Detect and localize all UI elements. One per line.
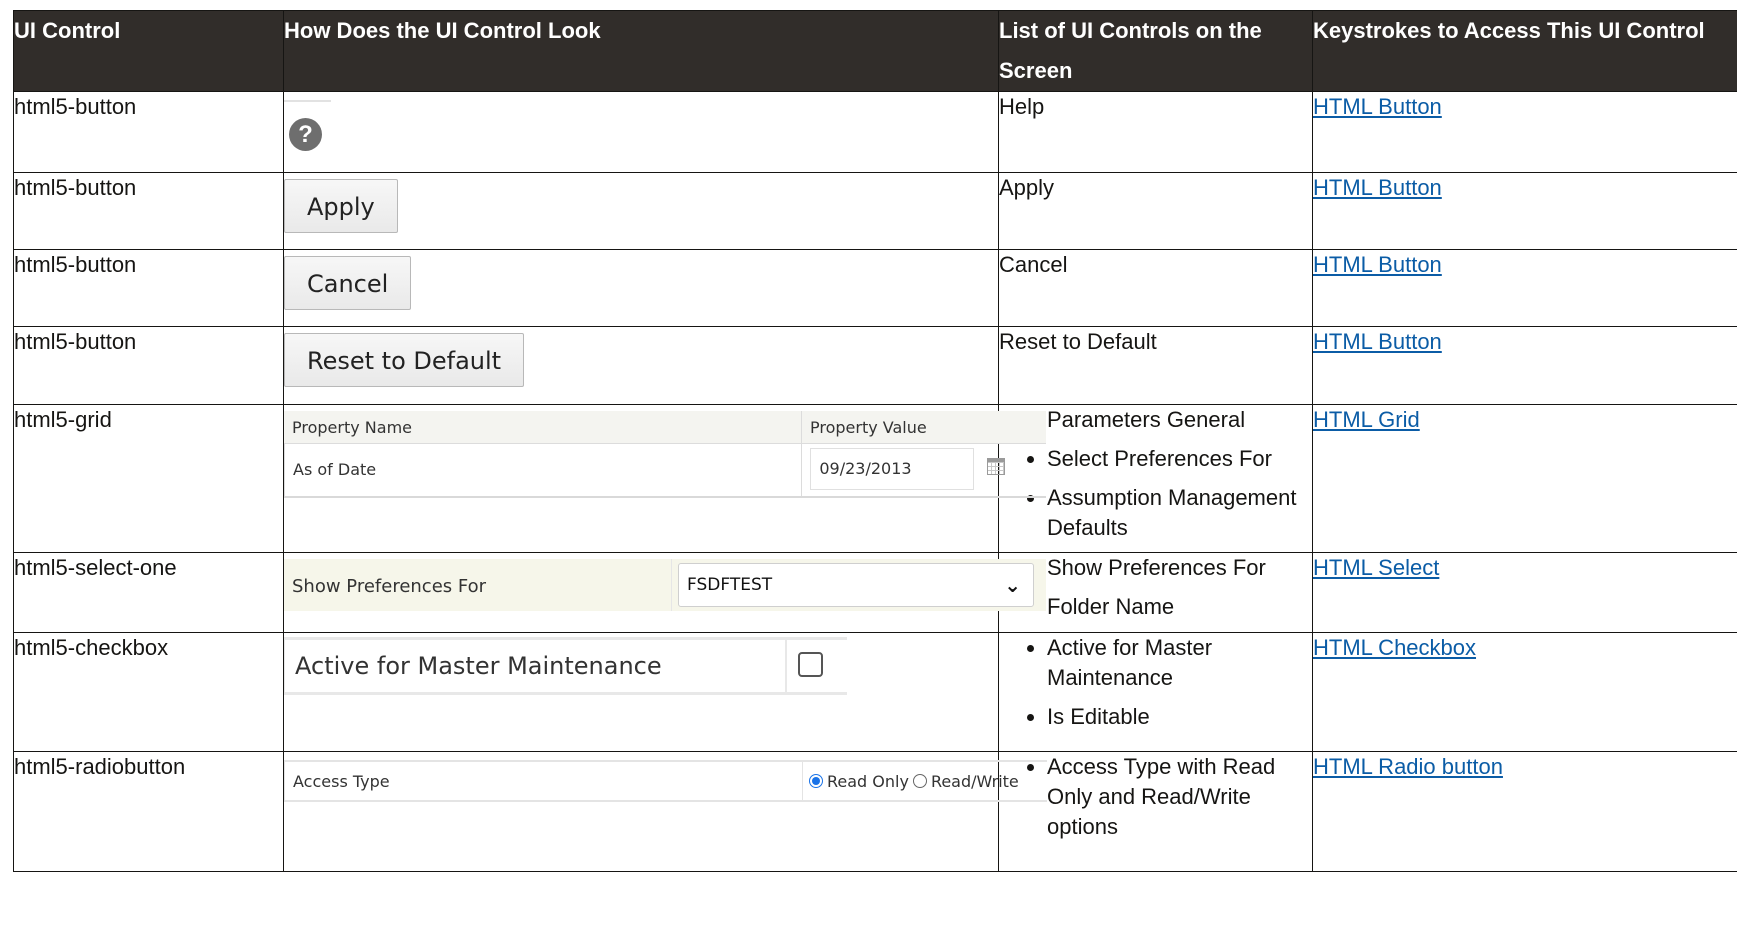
list-item: Access Type with Read Only and Read/Writ…: [1047, 752, 1312, 842]
control-type: html5-button: [13, 91, 284, 173]
header-keystrokes: Keystrokes to Access This UI Control: [1312, 10, 1737, 92]
calendar-icon[interactable]: [987, 458, 1006, 475]
checkbox-label: Active for Master Maintenance: [285, 640, 787, 692]
control-type: html5-checkbox: [13, 632, 284, 752]
radio-option-label: Read/Write: [930, 771, 1019, 791]
html-select-link[interactable]: HTML Select: [1313, 555, 1439, 580]
checkbox-row: Active for Master Maintenance: [284, 637, 847, 695]
controls-list: Apply: [998, 172, 1313, 250]
controls-list: Help: [998, 91, 1313, 173]
ui-controls-table: UI Control How Does the UI Control Look …: [13, 10, 1737, 872]
list-item: Show Preferences For: [1047, 553, 1312, 583]
html-button-link[interactable]: HTML Button: [1313, 252, 1442, 277]
html-checkbox-link[interactable]: HTML Checkbox: [1313, 635, 1476, 660]
table-row: html5-button Reset to Default Reset to D…: [13, 326, 1737, 405]
active-master-maintenance-checkbox[interactable]: [798, 652, 823, 677]
table-row: html5-select-one Show Preferences For FS…: [13, 552, 1737, 633]
control-preview: Property Name Property Value As of Date …: [283, 404, 1046, 553]
header-control-look: How Does the UI Control Look: [283, 10, 999, 92]
divider: [284, 100, 331, 102]
control-type: html5-button: [13, 249, 284, 327]
keystrokes-cell: HTML Button: [1312, 326, 1737, 405]
grid-row: As of Date 09/23/2013: [284, 444, 1046, 498]
select-row: Show Preferences For FSDFTEST ⌄: [284, 559, 1046, 611]
list-item: Parameters General: [1047, 405, 1312, 435]
control-type: html5-button: [13, 172, 284, 250]
date-input[interactable]: 09/23/2013: [810, 448, 975, 490]
reset-to-default-button[interactable]: Reset to Default: [284, 333, 525, 387]
preferences-select[interactable]: FSDFTEST ⌄: [678, 563, 1034, 607]
grid-column-property-name: Property Name: [284, 411, 802, 443]
table-row: html5-button Cancel Cancel HTML Button: [13, 249, 1737, 327]
table-row: html5-checkbox Active for Master Mainten…: [13, 632, 1737, 752]
list-item: Select Preferences For: [1047, 444, 1312, 474]
control-preview: Access Type Read Only Read/Write: [283, 751, 1047, 872]
list-item: Folder Name: [1047, 592, 1312, 622]
keystrokes-cell: HTML Checkbox: [1312, 632, 1737, 752]
grid-header: Property Name Property Value: [284, 411, 1046, 444]
control-preview: Reset to Default: [283, 326, 999, 405]
html-radio-button-link[interactable]: HTML Radio button: [1313, 754, 1503, 779]
select-label: Show Preferences For: [284, 559, 672, 611]
help-icon[interactable]: ?: [289, 118, 322, 151]
header-controls-list: List of UI Controls on the Screen: [998, 10, 1313, 92]
html-button-link[interactable]: HTML Button: [1313, 94, 1442, 119]
html-button-link[interactable]: HTML Button: [1313, 329, 1442, 354]
grid-cell-value: 09/23/2013: [802, 444, 1046, 496]
control-preview: Active for Master Maintenance: [283, 632, 999, 752]
control-type: html5-grid: [13, 404, 284, 553]
radio-group: Read Only Read/Write: [803, 762, 1023, 800]
controls-list: Cancel: [998, 249, 1313, 327]
radio-option-label: Read Only: [827, 771, 909, 791]
keystrokes-cell: HTML Button: [1312, 91, 1737, 173]
control-preview: Cancel: [283, 249, 999, 327]
list-item: Assumption Management Defaults: [1047, 483, 1312, 543]
header-ui-control: UI Control: [13, 10, 284, 92]
document-page: UI Control How Does the UI Control Look …: [13, 10, 1737, 939]
control-preview: Show Preferences For FSDFTEST ⌄: [283, 552, 1046, 633]
table-row: html5-button Apply Apply HTML Button: [13, 172, 1737, 250]
cancel-button[interactable]: Cancel: [284, 256, 412, 310]
table-row: html5-button ? Help HTML Button: [13, 91, 1737, 173]
control-preview: ?: [283, 91, 999, 173]
select-value: FSDFTEST: [687, 575, 773, 595]
grid-cell-name: As of Date: [285, 444, 803, 496]
grid-column-property-value: Property Value: [810, 418, 927, 437]
keystrokes-cell: HTML Button: [1312, 249, 1737, 327]
control-type: html5-select-one: [13, 552, 284, 633]
control-preview: Apply: [283, 172, 999, 250]
control-type: html5-radiobutton: [13, 751, 284, 872]
read-only-radio[interactable]: [809, 774, 823, 788]
table-row: html5-grid Property Name Property Value …: [13, 404, 1737, 553]
keystrokes-cell: HTML Grid: [1312, 404, 1737, 553]
table-header-row: UI Control How Does the UI Control Look …: [13, 10, 1737, 92]
controls-list: Reset to Default: [998, 326, 1313, 405]
control-type: html5-button: [13, 326, 284, 405]
html-grid-link[interactable]: HTML Grid: [1313, 407, 1420, 432]
property-grid: Property Name Property Value As of Date …: [284, 411, 1046, 498]
chevron-down-icon: ⌄: [1004, 573, 1021, 597]
list-item: Is Editable: [1047, 702, 1312, 732]
radio-row: Access Type Read Only Read/Write: [284, 760, 1047, 802]
html-button-link[interactable]: HTML Button: [1313, 175, 1442, 200]
keystrokes-cell: HTML Button: [1312, 172, 1737, 250]
radio-label: Access Type: [285, 762, 803, 800]
keystrokes-cell: HTML Radio button: [1312, 751, 1737, 872]
keystrokes-cell: HTML Select: [1312, 552, 1737, 633]
table-row: html5-radiobutton Access Type Read Only …: [13, 751, 1737, 872]
controls-list: Active for Master Maintenance Is Editabl…: [998, 632, 1313, 752]
list-item: Active for Master Maintenance: [1047, 633, 1312, 693]
read-write-radio[interactable]: [912, 774, 927, 788]
apply-button[interactable]: Apply: [284, 179, 398, 233]
